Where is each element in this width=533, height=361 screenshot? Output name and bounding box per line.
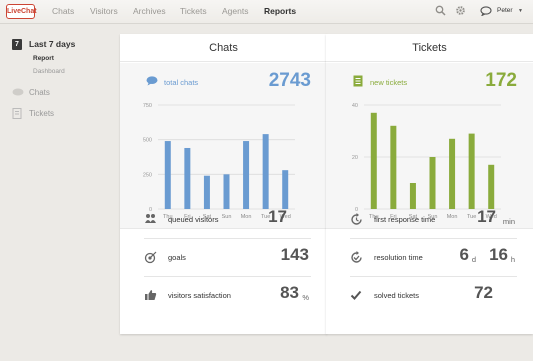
top-navigation-bar: LiveChat Chats Visitors Archives Tickets… xyxy=(0,0,533,24)
nav-item-agents[interactable]: Agents xyxy=(222,6,248,16)
chats-card-title: Chats xyxy=(120,34,327,62)
sidebar-item-tickets[interactable]: Tickets xyxy=(29,109,54,118)
search-icon[interactable] xyxy=(435,5,446,16)
queued-visitors-icon xyxy=(145,214,156,223)
stat-label: visitors satisfaction xyxy=(168,291,231,300)
stat-value: 17 xyxy=(268,207,287,226)
stat-row-goals: goals 143 xyxy=(144,239,311,277)
stat-unit: % xyxy=(302,293,309,302)
bar[interactable] xyxy=(243,141,250,209)
ticket-icon xyxy=(12,108,22,119)
stat-label: goals xyxy=(168,253,186,262)
sidebar-subitem-report[interactable]: Report xyxy=(33,55,54,62)
calendar-icon: 7 xyxy=(12,39,22,50)
stat-label: first response time xyxy=(374,215,436,224)
y-tick-label: 40 xyxy=(352,103,358,109)
stat-label: resolution time xyxy=(374,253,423,262)
nav-item-reports[interactable]: Reports xyxy=(264,6,296,16)
stat-label: solved tickets xyxy=(374,291,420,300)
stat-value-days: 6 xyxy=(459,245,469,264)
total-chats-value: 2743 xyxy=(268,70,311,91)
chat-bubble-icon xyxy=(146,76,158,86)
stat-value-hours: 16 xyxy=(489,245,508,264)
gear-icon[interactable] xyxy=(455,5,466,16)
user-name[interactable]: Peter xyxy=(497,7,513,14)
stat-row-first-response-time: first response time 17 min xyxy=(350,201,517,239)
sidebar-title[interactable]: Last 7 days xyxy=(29,39,75,49)
bar[interactable] xyxy=(184,147,191,209)
y-tick-label: 500 xyxy=(143,138,152,144)
tickets-card-title: Tickets xyxy=(326,34,533,62)
y-tick-label: 750 xyxy=(143,103,152,109)
checkmark-icon xyxy=(350,290,362,300)
stat-unit: min xyxy=(502,217,515,226)
nav-item-tickets[interactable]: Tickets xyxy=(180,6,207,16)
nav-item-chats[interactable]: Chats xyxy=(52,6,74,16)
stat-label: queued visitors xyxy=(168,215,219,224)
stat-row-queued-visitors: queued visitors 17 xyxy=(144,201,311,239)
clock-check-icon xyxy=(351,251,362,263)
sidebar-subitem-dashboard[interactable]: Dashboard xyxy=(33,68,65,75)
stat-value: 83 xyxy=(280,283,299,302)
stat-row-solved-tickets: solved tickets 72 xyxy=(350,277,517,315)
livechat-logo[interactable]: LiveChat xyxy=(6,4,37,19)
nav-item-archives[interactable]: Archives xyxy=(133,6,166,16)
clock-arrow-icon xyxy=(351,213,362,225)
y-tick-label: 20 xyxy=(352,155,358,161)
y-tick-label: 250 xyxy=(143,172,152,178)
bar[interactable] xyxy=(449,138,456,209)
goal-target-icon xyxy=(144,251,157,264)
new-tickets-value: 172 xyxy=(485,70,517,91)
stat-value: 143 xyxy=(280,245,309,264)
stat-value: 17 xyxy=(477,207,496,226)
stat-value: 72 xyxy=(474,283,493,302)
chat-bubble-icon[interactable] xyxy=(480,6,492,16)
bar[interactable] xyxy=(164,141,171,209)
stat-unit-hours: h xyxy=(510,255,515,264)
chat-bubble-icon xyxy=(12,88,24,96)
stat-row-resolution-time: resolution time 6 d 16 h xyxy=(350,239,517,277)
stat-unit-days: d xyxy=(471,255,476,264)
new-tickets-label: new tickets xyxy=(370,78,408,87)
nav-item-visitors[interactable]: Visitors xyxy=(90,6,118,16)
tickets-card: Tickets new tickets 172 40 20 0 Thu Fri Sat Su… xyxy=(326,34,533,334)
chevron-down-icon[interactable]: ▼ xyxy=(518,8,523,14)
chats-card: Chats total chats 2743 750 500 250 0 Thu Fri S… xyxy=(120,34,327,334)
bar[interactable] xyxy=(262,134,269,209)
total-chats-label: total chats xyxy=(164,78,199,87)
sidebar-item-chats[interactable]: Chats xyxy=(29,88,50,97)
bar[interactable] xyxy=(468,133,475,209)
stat-row-visitors-satisfaction: visitors satisfaction 83 % xyxy=(144,277,311,315)
bar[interactable] xyxy=(390,125,397,209)
bar[interactable] xyxy=(370,112,377,209)
ticket-icon xyxy=(353,75,363,87)
thumbs-up-icon xyxy=(145,290,157,300)
